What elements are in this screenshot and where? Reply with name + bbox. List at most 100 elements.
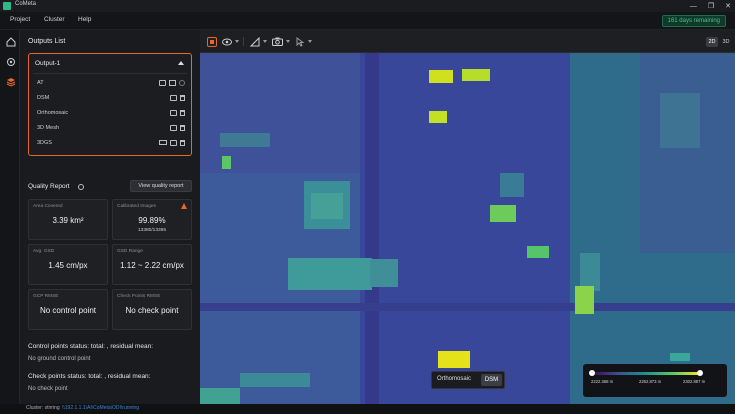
monitor-icon[interactable] bbox=[159, 140, 167, 145]
building-high bbox=[575, 286, 594, 314]
card-value: 3.39 km² bbox=[52, 216, 84, 225]
building-high bbox=[462, 69, 490, 81]
card-check-points-rmse: Check Points RMSE No check point bbox=[112, 289, 192, 330]
chevron-down-icon bbox=[308, 40, 312, 43]
folder-icon[interactable] bbox=[159, 80, 166, 86]
visibility-tool[interactable] bbox=[222, 36, 239, 47]
left-rail bbox=[0, 30, 20, 404]
terrain-region bbox=[640, 53, 735, 253]
building bbox=[500, 173, 524, 197]
output-label: 3D Mesh bbox=[37, 125, 60, 131]
card-label: Avg. GSD bbox=[33, 249, 55, 254]
camera-icon bbox=[272, 37, 283, 46]
legend-color-bar[interactable] bbox=[589, 370, 703, 376]
view-quality-report-button[interactable]: View quality report bbox=[130, 180, 192, 192]
outputs-panel: Outputs List Output-1 AT DSM Orthomosaic bbox=[20, 30, 200, 404]
outputs-title: Outputs List bbox=[28, 38, 66, 45]
trash-icon[interactable] bbox=[180, 110, 185, 116]
card-gcp-rmse: GCP RMSE No control point bbox=[28, 289, 108, 330]
layer-switch: Orthomosaic DSM bbox=[431, 371, 505, 389]
measure-tool[interactable] bbox=[250, 36, 267, 47]
card-label: Check Points RMSE bbox=[117, 294, 161, 299]
pointer-tool[interactable] bbox=[296, 36, 312, 47]
trash-icon[interactable] bbox=[180, 95, 185, 101]
card-area-covered: Area Covered 3.39 km² bbox=[28, 199, 108, 240]
output-label: DSM bbox=[37, 95, 50, 101]
check-points-status: Check points status: total: , residual m… bbox=[28, 373, 151, 380]
legend-min: 2222.368 m bbox=[591, 379, 614, 384]
output-row-orthomosaic[interactable]: Orthomosaic bbox=[35, 109, 185, 119]
settings-icon[interactable] bbox=[5, 56, 16, 67]
view-3d-button[interactable]: 3D bbox=[720, 37, 732, 47]
toolbar-separator bbox=[243, 37, 244, 46]
home-icon[interactable] bbox=[5, 36, 16, 47]
menu-cluster[interactable]: Cluster bbox=[44, 16, 65, 23]
capture-tool[interactable] bbox=[272, 36, 290, 47]
window-controls: — ❐ ✕ bbox=[690, 0, 731, 12]
road bbox=[365, 53, 379, 404]
card-label: Calibrated Images bbox=[117, 204, 156, 209]
card-value: 1.12 ~ 2.22 cm/px bbox=[120, 261, 184, 270]
output-row-at[interactable]: AT bbox=[35, 79, 185, 89]
menu-project[interactable]: Project bbox=[10, 16, 30, 23]
building bbox=[200, 388, 240, 404]
collapse-icon[interactable] bbox=[178, 61, 184, 65]
folder-icon[interactable] bbox=[170, 125, 177, 131]
trash-icon[interactable] bbox=[180, 125, 185, 131]
maximize-button[interactable]: ❐ bbox=[708, 2, 714, 10]
output-row-3d-mesh[interactable]: 3D Mesh bbox=[35, 124, 185, 134]
road bbox=[200, 303, 735, 311]
card-label: Area Covered bbox=[33, 204, 63, 209]
output-row-dsm[interactable]: DSM bbox=[35, 94, 185, 104]
building-high bbox=[222, 156, 231, 169]
card-subvalue: 13380/13395 bbox=[137, 228, 166, 233]
menu-bar: Project Cluster Help 161 days remaining bbox=[0, 12, 735, 30]
output-group: Output-1 AT DSM Orthomosaic 3D Mesh 3DGS bbox=[28, 53, 192, 156]
menu-help[interactable]: Help bbox=[78, 16, 91, 23]
building-high bbox=[527, 246, 549, 258]
status-bar: Cluster: stirring \\192.1.1.1\AI\CoMeta\… bbox=[0, 404, 735, 414]
folder-icon[interactable] bbox=[170, 140, 177, 146]
cursor-icon bbox=[296, 36, 305, 47]
title-bar: CoMeta — ❐ ✕ bbox=[0, 0, 735, 12]
close-button[interactable]: ✕ bbox=[725, 2, 731, 10]
card-calibrated-images: Calibrated Images 99.89% 13380/13395 bbox=[112, 199, 192, 240]
output-row-3dgs[interactable]: 3DGS bbox=[35, 139, 185, 149]
building bbox=[370, 259, 398, 287]
select-tool[interactable] bbox=[207, 36, 217, 47]
viewport-toolbar bbox=[200, 30, 735, 53]
building bbox=[220, 133, 270, 147]
card-label: GCP RMSE bbox=[33, 294, 59, 299]
building bbox=[311, 193, 343, 219]
view-2d-button[interactable]: 2D bbox=[706, 37, 718, 47]
output-label: 3DGS bbox=[37, 140, 52, 146]
info-icon[interactable] bbox=[78, 184, 84, 190]
output-group-header[interactable]: Output-1 bbox=[33, 58, 187, 70]
chevron-down-icon bbox=[263, 40, 267, 43]
folder-icon[interactable] bbox=[170, 95, 177, 101]
card-value: 99.89% bbox=[138, 216, 166, 225]
card-value: No control point bbox=[39, 306, 97, 315]
minimize-button[interactable]: — bbox=[690, 3, 697, 10]
legend-mid: 2262.873 m bbox=[639, 379, 662, 384]
layer-orthomosaic-tab[interactable]: Orthomosaic bbox=[437, 376, 471, 382]
divider bbox=[33, 73, 187, 74]
export-icon[interactable] bbox=[169, 80, 176, 86]
layer-dsm-tab[interactable]: DSM bbox=[481, 374, 502, 386]
info-icon[interactable] bbox=[179, 80, 185, 86]
card-avg-gsd: Avg. GSD 1.45 cm/px bbox=[28, 244, 108, 285]
folder-icon[interactable] bbox=[170, 110, 177, 116]
map-viewport[interactable]: Orthomosaic DSM 2222.368 m 2262.873 m 23… bbox=[200, 53, 735, 404]
chevron-down-icon bbox=[286, 40, 290, 43]
output-label: Orthomosaic bbox=[37, 110, 69, 116]
cluster-path-link[interactable]: \\192.1.1.1\AI\CoMeta\ODI\running bbox=[62, 405, 139, 411]
building-high bbox=[429, 111, 447, 123]
card-gsd-range: GSD Range 1.12 ~ 2.22 cm/px bbox=[112, 244, 192, 285]
eye-icon bbox=[222, 38, 232, 45]
trash-icon[interactable] bbox=[180, 140, 185, 146]
layers-icon[interactable] bbox=[5, 76, 16, 87]
quality-report-title: Quality Report bbox=[28, 183, 70, 190]
card-value: No check point bbox=[125, 306, 179, 315]
elevation-legend: 2222.368 m 2262.873 m 2302.887 m bbox=[583, 364, 727, 397]
building-high bbox=[438, 351, 470, 368]
